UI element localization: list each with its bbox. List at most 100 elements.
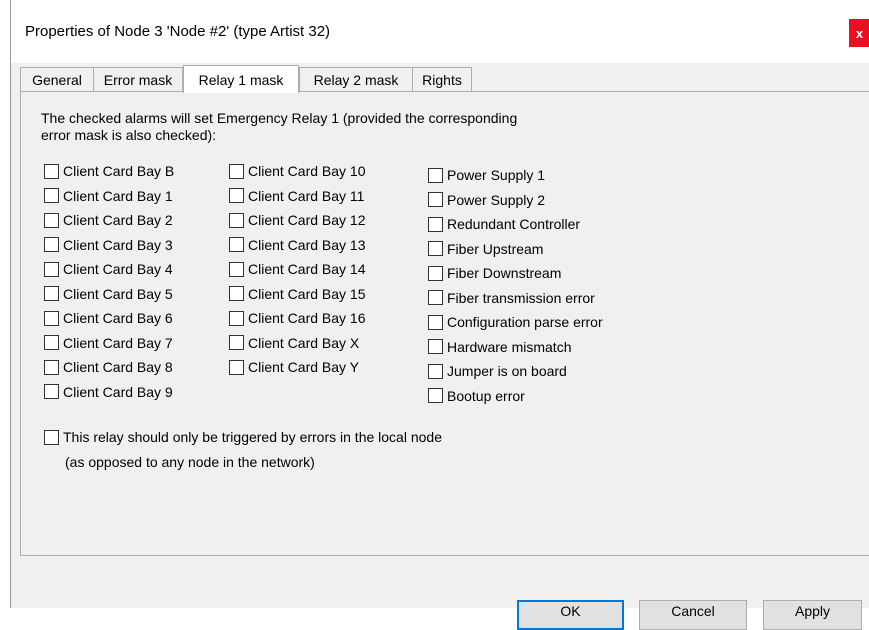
alarm-label: Client Card Bay X	[248, 334, 360, 351]
apply-button[interactable]: Apply	[763, 600, 862, 630]
alarm-option[interactable]: Bootup error	[428, 386, 525, 406]
alarm-option[interactable]: Redundant Controller	[428, 214, 580, 234]
properties-dialog: Properties of Node 3 'Node #2' (type Art…	[10, 0, 869, 630]
alarm-checkbox[interactable]	[229, 188, 244, 203]
alarm-checkbox[interactable]	[428, 241, 443, 256]
alarm-option[interactable]: Fiber Upstream	[428, 239, 543, 259]
alarm-checkbox[interactable]	[428, 192, 443, 207]
alarm-label: Client Card Bay 1	[63, 187, 173, 204]
alarm-label: Bootup error	[447, 387, 525, 404]
ok-button[interactable]: OK	[517, 600, 624, 630]
alarm-label: Client Card Bay 11	[248, 187, 365, 204]
tab-relay-1-mask[interactable]: Relay 1 mask	[183, 65, 299, 93]
close-button[interactable]: x	[849, 19, 869, 47]
alarm-label: Client Card Bay 2	[63, 212, 173, 228]
alarm-checkbox[interactable]	[44, 335, 59, 350]
alarm-option[interactable]: Client Card Bay 5	[44, 284, 173, 304]
description-text: The checked alarms will set Emergency Re…	[41, 110, 518, 143]
alarm-checkbox[interactable]	[428, 388, 443, 403]
alarm-checkbox[interactable]	[428, 216, 443, 232]
alarm-option[interactable]: Client Card Bay 3	[44, 235, 173, 255]
alarm-option[interactable]: Client Card Bay 4	[44, 259, 173, 279]
alarm-option[interactable]: Client Card Bay 6	[44, 308, 173, 328]
tab-general[interactable]: General	[20, 67, 94, 91]
dialog-title: Properties of Node 3 'Node #2' (type Art…	[25, 23, 331, 40]
alarm-label: Client Card Bay 5	[63, 285, 173, 302]
tab-relay-2-mask[interactable]: Relay 2 mask	[299, 67, 413, 91]
alarm-checkbox[interactable]	[229, 212, 244, 228]
alarm-option[interactable]: Client Card Bay 7	[44, 333, 173, 353]
alarm-label: Client Card Bay 6	[63, 310, 173, 326]
alarm-label: Client Card Bay 13	[248, 236, 366, 253]
alarm-option[interactable]: Client Card Bay 12	[229, 210, 366, 230]
alarm-option[interactable]: Client Card Bay 16	[229, 308, 366, 328]
alarm-label: Client Card Bay 15	[248, 285, 366, 302]
alarm-checkbox[interactable]	[44, 359, 59, 375]
alarm-checkbox[interactable]	[44, 163, 59, 179]
local-node-checkbox[interactable]	[44, 429, 59, 445]
alarm-label: Client Card Bay B	[63, 163, 175, 179]
alarm-option[interactable]: Client Card Bay 1	[44, 186, 173, 206]
alarm-checkbox[interactable]	[44, 310, 59, 326]
alarm-checkbox[interactable]	[44, 188, 59, 203]
alarm-option[interactable]: Jumper is on board	[428, 361, 567, 381]
alarm-label: Client Card Bay Y	[248, 359, 360, 375]
alarm-checkbox[interactable]	[428, 290, 443, 305]
alarm-label: Client Card Bay 3	[63, 236, 173, 253]
title-bar: Properties of Node 3 'Node #2' (type Art…	[11, 0, 869, 63]
local-node-option[interactable]: This relay should only be triggered by e…	[44, 427, 442, 447]
alarm-label: Configuration parse error	[447, 314, 603, 330]
alarm-label: Power Supply 1	[447, 167, 546, 183]
alarm-option[interactable]: Client Card Bay 11	[229, 186, 364, 206]
alarm-option[interactable]: Client Card Bay 15	[229, 284, 366, 304]
alarm-option[interactable]: Client Card Bay 9	[44, 382, 173, 402]
local-node-label: This relay should only be triggered by e…	[63, 429, 442, 445]
alarm-label: Client Card Bay 8	[63, 359, 173, 375]
alarm-option[interactable]: Fiber transmission error	[428, 288, 595, 308]
alarm-option[interactable]: Power Supply 1	[428, 165, 545, 185]
alarm-label: Fiber Downstream	[447, 265, 562, 281]
tab-error-mask[interactable]: Error mask	[93, 67, 183, 91]
alarm-checkbox[interactable]	[428, 167, 443, 183]
alarm-checkbox[interactable]	[229, 261, 244, 277]
local-node-note: (as opposed to any node in the network)	[65, 454, 315, 470]
alarm-checkbox[interactable]	[229, 286, 244, 301]
alarm-checkbox[interactable]	[428, 339, 443, 354]
alarm-option[interactable]: Client Card Bay B	[44, 161, 174, 181]
alarm-label: Client Card Bay 14	[248, 261, 366, 277]
alarm-checkbox[interactable]	[44, 261, 59, 277]
cancel-button[interactable]: Cancel	[639, 600, 747, 630]
alarm-option[interactable]: Hardware mismatch	[428, 337, 571, 357]
alarm-option[interactable]: Client Card Bay 8	[44, 357, 173, 377]
alarm-label: Redundant Controller	[447, 216, 581, 232]
alarm-option[interactable]: Client Card Bay 14	[229, 259, 366, 279]
alarm-option[interactable]: Client Card Bay 13	[229, 235, 366, 255]
alarm-label: Client Card Bay 12	[248, 212, 366, 228]
alarm-checkbox[interactable]	[428, 363, 443, 379]
alarm-label: Jumper is on board	[447, 363, 567, 379]
alarm-option[interactable]: Configuration parse error	[428, 312, 603, 332]
alarm-checkbox[interactable]	[229, 310, 244, 326]
alarm-label: Client Card Bay 7	[63, 334, 173, 351]
alarm-option[interactable]: Client Card Bay X	[229, 333, 359, 353]
alarm-label: Client Card Bay 10	[248, 163, 366, 179]
alarm-checkbox[interactable]	[229, 237, 244, 252]
alarm-option[interactable]: Client Card Bay 2	[44, 210, 173, 230]
alarm-option[interactable]: Power Supply 2	[428, 190, 545, 210]
alarm-option[interactable]: Fiber Downstream	[428, 263, 561, 283]
alarm-checkbox[interactable]	[44, 237, 59, 252]
alarm-checkbox[interactable]	[229, 163, 244, 179]
alarm-checkbox[interactable]	[44, 212, 59, 228]
alarm-label: Client Card Bay 4	[63, 261, 173, 277]
alarm-label: Fiber Upstream	[447, 240, 544, 257]
alarm-checkbox[interactable]	[44, 286, 59, 301]
alarm-option[interactable]: Client Card Bay 10	[229, 161, 366, 181]
alarm-checkbox[interactable]	[229, 335, 244, 350]
alarm-checkbox[interactable]	[44, 384, 59, 399]
alarm-checkbox[interactable]	[229, 359, 244, 375]
alarm-label: Fiber transmission error	[447, 289, 595, 306]
alarm-checkbox[interactable]	[428, 314, 443, 330]
tab-rights[interactable]: Rights	[412, 67, 472, 91]
alarm-checkbox[interactable]	[428, 265, 443, 281]
alarm-option[interactable]: Client Card Bay Y	[229, 357, 359, 377]
